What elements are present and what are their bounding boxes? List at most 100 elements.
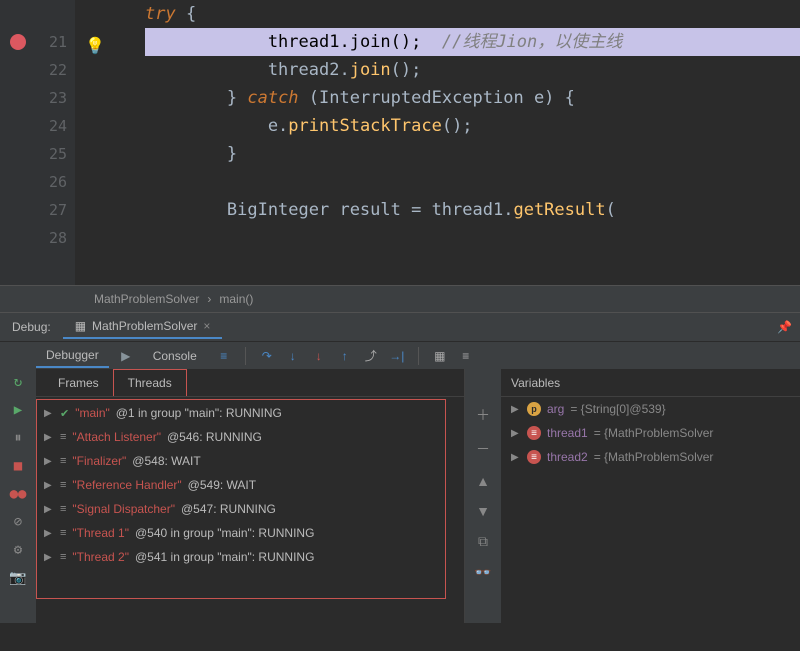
- separator: [245, 347, 246, 365]
- tab-console[interactable]: Console: [143, 345, 207, 367]
- chevron-right-icon: ›: [207, 292, 211, 306]
- thread-name: "Signal Dispatcher": [72, 502, 175, 516]
- expand-icon[interactable]: ▶: [511, 404, 521, 415]
- method: getResult: [513, 200, 605, 220]
- thread-name: "Thread 1": [72, 526, 129, 540]
- rerun-icon[interactable]: ↻: [9, 373, 27, 391]
- code-area[interactable]: try { thread1.join(); //线程Jion，以使主线 thre…: [75, 0, 800, 285]
- variable-value: = {MathProblemSolver: [594, 450, 714, 464]
- drop-frame-icon[interactable]: ⤴: [362, 347, 380, 365]
- thread-name: "Attach Listener": [72, 430, 161, 444]
- variable-row[interactable]: ▶≡thread1 = {MathProblemSolver: [501, 421, 800, 445]
- expand-icon[interactable]: ▶: [44, 432, 54, 443]
- thread-row[interactable]: ▶ ≡ "Thread 1" @540 in group "main": RUNNIN…: [36, 521, 464, 545]
- variable-row[interactable]: ▶parg = {String[0]@539}: [501, 397, 800, 421]
- expand-icon[interactable]: ▶: [44, 504, 54, 515]
- duplicate-icon[interactable]: ⧉: [478, 533, 488, 550]
- breadcrumb-method[interactable]: main(): [219, 292, 253, 306]
- keyword: catch: [247, 88, 298, 108]
- expand-icon[interactable]: ▶: [44, 408, 54, 419]
- expand-icon[interactable]: ▶: [511, 452, 521, 463]
- variable-row[interactable]: ▶≡thread2 = {MathProblemSolver: [501, 445, 800, 469]
- breadcrumb-class[interactable]: MathProblemSolver: [94, 292, 199, 306]
- thread-name: "Finalizer": [72, 454, 126, 468]
- step-out-icon[interactable]: ↑: [336, 347, 354, 365]
- expand-icon[interactable]: ▶: [44, 528, 54, 539]
- thread-row[interactable]: ▶≡"Thread 2"@541 in group "main": RUNNIN…: [36, 545, 464, 569]
- pin-icon[interactable]: 📌: [777, 320, 792, 334]
- thread-icon: ≡: [60, 479, 66, 491]
- up-icon[interactable]: ▲: [476, 473, 490, 489]
- code-line: e.printStackTrace();: [145, 112, 800, 140]
- line-number: 22: [49, 61, 67, 79]
- thread-status: @547: RUNNING: [181, 502, 276, 516]
- var-badge-icon: ≡: [527, 450, 541, 464]
- expand-icon[interactable]: ▶: [44, 456, 54, 467]
- pause-icon[interactable]: ⏸: [9, 429, 27, 447]
- debug-session-tab[interactable]: ▦ MathProblemSolver ×: [63, 315, 223, 339]
- trace-icon[interactable]: ≡: [457, 347, 475, 365]
- view-breakpoints-icon[interactable]: ●●: [9, 485, 27, 503]
- camera-icon[interactable]: 📷: [9, 569, 27, 587]
- debug-body: ↻ ▶ ⏸ ■ ●● ⊘ ⚙ 📷 Frames Threads ▶✔"main"…: [0, 369, 800, 623]
- code-line: }: [145, 140, 800, 168]
- stop-icon[interactable]: ■: [9, 457, 27, 475]
- thread-icon: ≡: [60, 431, 66, 443]
- thread-row[interactable]: ▶ ≡ "Signal Dispatcher" @547: RUNNING: [36, 497, 464, 521]
- code-line: [145, 168, 800, 196]
- down-icon[interactable]: ▼: [476, 503, 490, 519]
- variable-name: thread1: [547, 426, 588, 440]
- breakpoint-icon[interactable]: [10, 34, 26, 50]
- code-text: thread2.: [145, 60, 350, 80]
- expand-icon[interactable]: ▶: [44, 552, 54, 563]
- settings-icon[interactable]: ⚙: [9, 541, 27, 559]
- gutter-line[interactable]: 21: [0, 28, 67, 56]
- thread-status: @541 in group "main": RUNNING: [135, 550, 314, 564]
- remove-watch-icon[interactable]: －: [476, 439, 490, 459]
- code-text: (InterruptedException e) {: [299, 88, 575, 108]
- step-into-icon[interactable]: ↓: [284, 347, 302, 365]
- thread-row[interactable]: ▶≡"Finalizer"@548: WAIT: [36, 449, 464, 473]
- tab-threads[interactable]: Threads: [113, 369, 187, 396]
- tab-debugger[interactable]: Debugger: [36, 344, 109, 368]
- debug-tab-bar: Debug: ▦ MathProblemSolver × 📌: [0, 313, 800, 341]
- line-number: 26: [49, 173, 67, 191]
- expand-icon[interactable]: ▶: [44, 480, 54, 491]
- gutter-line: 27: [0, 196, 67, 224]
- thread-icon: ≡: [60, 527, 66, 539]
- thread-name: "Thread 2": [72, 550, 129, 564]
- close-icon[interactable]: ×: [203, 319, 210, 333]
- tab-frames[interactable]: Frames: [44, 370, 113, 396]
- separator: [418, 347, 419, 365]
- frames-threads-tabs: Frames Threads: [36, 369, 464, 397]
- threads-icon[interactable]: ≡: [215, 347, 233, 365]
- thread-status: @540 in group "main": RUNNING: [135, 526, 314, 540]
- thread-row[interactable]: ▶ ≡ "Attach Listener" @546: RUNNING: [36, 425, 464, 449]
- code-line: try {: [145, 0, 800, 28]
- run-to-cursor-icon[interactable]: →|: [388, 347, 406, 365]
- method: printStackTrace: [288, 116, 442, 136]
- debug-toolbar: Debugger ▶ Console ≡ ↷ ↓ ↓ ↑ ⤴ →| ▦ ≡: [0, 341, 800, 369]
- code-editor[interactable]: 21 22 23 24 25 26 27 28 💡 try { thread1.…: [0, 0, 800, 285]
- add-watch-icon[interactable]: ＋: [476, 405, 490, 425]
- step-over-icon[interactable]: ↷: [258, 347, 276, 365]
- gutter-line: 26: [0, 168, 67, 196]
- breadcrumb[interactable]: MathProblemSolver › main(): [0, 285, 800, 313]
- thread-row[interactable]: ▶✔"main"@1 in group "main": RUNNING: [36, 401, 464, 425]
- var-badge-icon: p: [527, 402, 541, 416]
- resume-icon[interactable]: ▶: [9, 401, 27, 419]
- glasses-icon[interactable]: 👓: [474, 564, 491, 581]
- mute-breakpoints-icon[interactable]: ⊘: [9, 513, 27, 531]
- variables-toolbar: ＋ － ▲ ▼ ⧉ 👓: [465, 369, 501, 623]
- gutter-line: 28: [0, 224, 67, 252]
- force-step-into-icon[interactable]: ↓: [310, 347, 328, 365]
- evaluate-icon[interactable]: ▦: [431, 347, 449, 365]
- thread-icon: ≡: [60, 503, 66, 515]
- gutter-line: 25: [0, 140, 67, 168]
- thread-row[interactable]: ▶≡"Reference Handler"@549: WAIT: [36, 473, 464, 497]
- code-text: BigInteger result = thread1.: [145, 200, 513, 220]
- thread-status: @546: RUNNING: [167, 430, 262, 444]
- code-line-highlighted: thread1.join(); //线程Jion，以使主线: [145, 28, 800, 56]
- expand-icon[interactable]: ▶: [511, 428, 521, 439]
- thread-icon: ≡: [60, 455, 66, 467]
